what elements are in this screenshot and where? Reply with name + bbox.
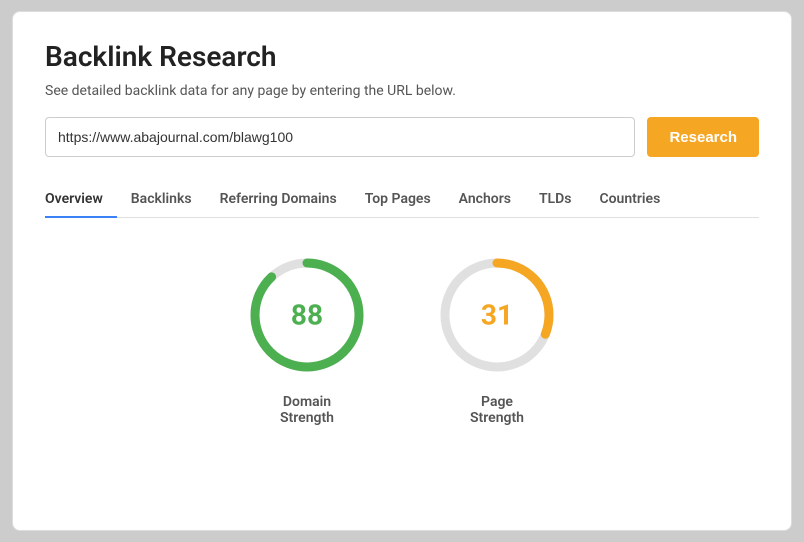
tab-countries[interactable]: Countries bbox=[585, 181, 674, 217]
tab-overview[interactable]: Overview bbox=[45, 181, 117, 217]
url-input[interactable] bbox=[45, 117, 635, 157]
page-title: Backlink Research bbox=[45, 40, 759, 73]
search-row: Research bbox=[45, 117, 759, 157]
tab-top-pages[interactable]: Top Pages bbox=[351, 181, 445, 217]
metrics-row: 88 DomainStrength 31 PageStrength bbox=[45, 250, 759, 426]
page-strength-metric: 31 PageStrength bbox=[432, 250, 562, 426]
domain-strength-metric: 88 DomainStrength bbox=[242, 250, 372, 426]
tab-anchors[interactable]: Anchors bbox=[445, 181, 525, 217]
domain-strength-label: DomainStrength bbox=[280, 394, 334, 426]
domain-strength-value: 88 bbox=[291, 299, 323, 332]
page-strength-circle: 31 bbox=[432, 250, 562, 380]
tab-backlinks[interactable]: Backlinks bbox=[117, 181, 206, 217]
main-card: Backlink Research See detailed backlink … bbox=[12, 11, 792, 531]
tab-referring-domains[interactable]: Referring Domains bbox=[206, 181, 351, 217]
page-strength-label: PageStrength bbox=[470, 394, 524, 426]
tab-tlds[interactable]: TLDs bbox=[525, 181, 586, 217]
domain-strength-circle: 88 bbox=[242, 250, 372, 380]
page-strength-value: 31 bbox=[481, 299, 513, 332]
research-button[interactable]: Research bbox=[647, 117, 759, 157]
tabs-nav: Overview Backlinks Referring Domains Top… bbox=[45, 181, 759, 218]
subtitle: See detailed backlink data for any page … bbox=[45, 83, 759, 99]
